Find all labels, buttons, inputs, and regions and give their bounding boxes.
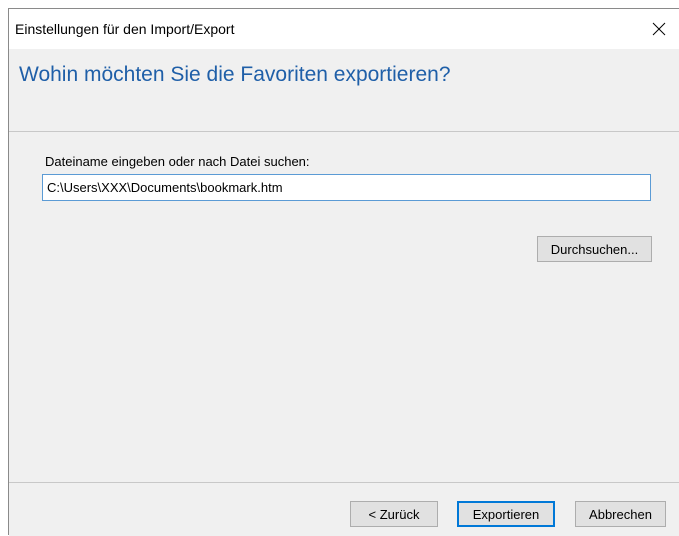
export-button[interactable]: Exportieren: [457, 501, 555, 527]
wizard-body: Dateiname eingeben oder nach Datei suche…: [9, 132, 679, 482]
close-icon: [652, 22, 666, 36]
wizard-header: Wohin möchten Sie die Favoriten exportie…: [9, 49, 679, 131]
page-title: Wohin möchten Sie die Favoriten exportie…: [19, 63, 451, 86]
wizard-footer: < Zurück Exportieren Abbrechen: [9, 483, 679, 536]
browse-button[interactable]: Durchsuchen...: [537, 236, 652, 262]
back-button[interactable]: < Zurück: [350, 501, 438, 527]
close-button[interactable]: [639, 9, 679, 49]
cancel-button[interactable]: Abbrechen: [575, 501, 666, 527]
title-bar: Einstellungen für den Import/Export: [9, 9, 679, 49]
import-export-dialog: Einstellungen für den Import/Export Wohi…: [8, 8, 679, 536]
filename-input[interactable]: [42, 174, 651, 201]
window-title: Einstellungen für den Import/Export: [15, 21, 235, 37]
filename-label: Dateiname eingeben oder nach Datei suche…: [45, 154, 310, 169]
